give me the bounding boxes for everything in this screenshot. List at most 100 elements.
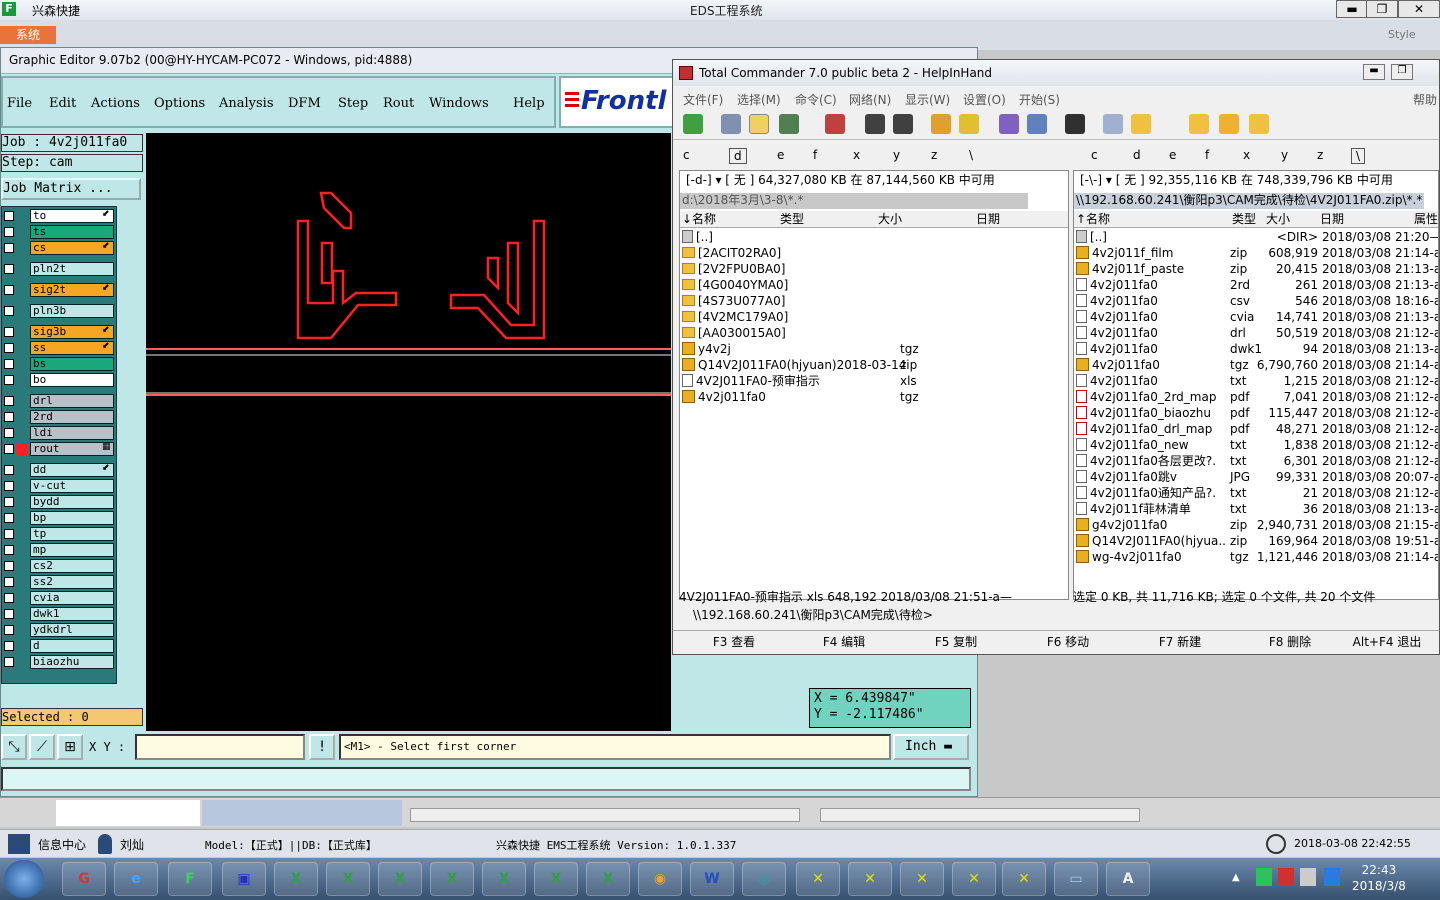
menu-edit[interactable]: Edit	[49, 96, 76, 111]
list-item[interactable]: 4v2j011fa0通知产品?. txt 21 2018/03/08 21:12-a—	[1076, 485, 1438, 501]
list-item[interactable]: 4v2j011fa0各层更改?. txt 6,301 2018/03/08 21:12…	[1076, 453, 1438, 469]
list-item[interactable]: 4v2j011fa0 tgz	[682, 389, 1066, 405]
excel-icon[interactable]: X	[586, 862, 630, 896]
list-item[interactable]: [4S73U077A0]	[682, 293, 1066, 309]
drive-f[interactable]: f	[1205, 148, 1209, 162]
list-item[interactable]: 4v2j011f_film zip 608,919 2018/03/08 21:14-…	[1076, 245, 1438, 261]
alert-icon[interactable]: !	[309, 734, 335, 760]
back-icon[interactable]	[865, 114, 885, 134]
layer-name[interactable]: drl	[30, 394, 114, 408]
list-item[interactable]: 4v2j011fa0 cvia 14,741 2018/03/08 21:13-a—	[1076, 309, 1438, 325]
zoom-diagonal-icon[interactable]: ⤡	[1, 734, 27, 760]
minimize-button[interactable]: ▬	[1336, 0, 1368, 18]
layer-checkbox[interactable]	[4, 465, 14, 475]
list-item[interactable]: 4v2j011fa0 csv 546 2018/03/08 18:16-a—	[1076, 293, 1438, 309]
layer-row[interactable]: sig3b ⬋	[2, 325, 116, 340]
layer-row[interactable]: ydkdrl	[2, 623, 116, 638]
taskbar-app-icon[interactable]: G	[62, 862, 106, 896]
window-icon[interactable]: ✕	[848, 862, 892, 896]
f3-view-button[interactable]: F3 查看	[679, 631, 789, 653]
list-item[interactable]: 4v2j011f菲林清单 txt 36 2018/03/08 21:13-a—	[1076, 501, 1438, 517]
layer-checkbox[interactable]	[4, 444, 14, 454]
col-date[interactable]: 日期	[1320, 211, 1344, 227]
snap-grid-icon[interactable]: ⊞	[57, 734, 83, 760]
drive-network[interactable]: \	[969, 148, 973, 162]
system-tab[interactable]: 系统	[0, 26, 56, 44]
drive-e[interactable]: e	[777, 148, 784, 162]
tc-menu-select[interactable]: 选择(M)	[737, 91, 781, 108]
layer-checkbox[interactable]	[4, 593, 14, 603]
xy-input[interactable]	[135, 734, 305, 760]
layer-name[interactable]: d	[30, 639, 114, 653]
layer-row[interactable]: pln3b	[2, 304, 116, 319]
layer-row[interactable]: 2rd	[2, 410, 116, 425]
layer-name[interactable]: ldi	[30, 426, 114, 440]
tc-menu-network[interactable]: 网络(N)	[849, 91, 891, 108]
menu-dfm[interactable]: DFM	[288, 96, 321, 111]
tc-menu-command[interactable]: 命令(C)	[795, 91, 837, 108]
shell-icon[interactable]: ◉	[638, 862, 682, 896]
drive-y[interactable]: y	[893, 148, 900, 162]
menu-rout[interactable]: Rout	[383, 96, 414, 111]
list-item[interactable]: Q14V2J011FA0(hjyua.. zip 169,964 2018/03/08…	[1076, 533, 1438, 549]
drive-x[interactable]: x	[1243, 148, 1250, 162]
list-item[interactable]: 4V2J011FA0-预审指示 xls	[682, 373, 1066, 389]
layer-checkbox[interactable]	[4, 285, 14, 295]
layer-row[interactable]: ss2	[2, 575, 116, 590]
list-item[interactable]: 4v2j011fa0 tgz 6,790,760 2018/03/08 21:14-a…	[1076, 357, 1438, 373]
tc-menu-help[interactable]: 帮助	[1413, 91, 1437, 108]
layer-name[interactable]: ydkdrl	[30, 623, 114, 637]
tray-icon[interactable]	[1256, 868, 1272, 886]
layer-name[interactable]: pln2t	[30, 262, 114, 276]
layer-row[interactable]: sig2t ⬋	[2, 283, 116, 298]
col-date[interactable]: 日期	[976, 211, 1000, 227]
detail-view-icon[interactable]	[749, 114, 769, 134]
excel-icon[interactable]: X	[326, 862, 370, 896]
layer-name[interactable]: bo	[30, 373, 114, 387]
col-type[interactable]: 类型	[1232, 211, 1256, 227]
layer-checkbox[interactable]	[4, 327, 14, 337]
tray-expand-icon[interactable]: ▲	[1232, 872, 1240, 883]
close-button[interactable]: ✕	[1398, 0, 1440, 18]
col-size[interactable]: 大小	[878, 211, 902, 227]
horizontal-scrollbar[interactable]	[410, 808, 800, 822]
list-item[interactable]: 4v2j011f_paste zip 20,415 2018/03/08 21:13-…	[1076, 261, 1438, 277]
layer-checkbox[interactable]	[4, 577, 14, 587]
layer-row[interactable]: d	[2, 639, 116, 654]
layer-row[interactable]: ldi	[2, 426, 116, 441]
layer-row[interactable]: mp	[2, 543, 116, 558]
window-icon[interactable]: ✕	[900, 862, 944, 896]
brief-view-icon[interactable]	[721, 114, 741, 134]
list-item[interactable]: [2V2FPU0BA0]	[682, 261, 1066, 277]
menu-file[interactable]: File	[7, 96, 32, 111]
f5-copy-button[interactable]: F5 复制	[901, 631, 1011, 653]
layer-name[interactable]: biaozhu	[30, 655, 114, 669]
layer-checkbox[interactable]	[4, 657, 14, 667]
layer-row[interactable]: ss ⬋	[2, 341, 116, 356]
drive-e[interactable]: e	[1169, 148, 1176, 162]
window-icon[interactable]: ✕	[952, 862, 996, 896]
list-item[interactable]: [..] <DIR> 2018/03/08 21:20—	[1076, 229, 1438, 245]
menu-step[interactable]: Step	[338, 96, 368, 111]
maximize-button[interactable]: ❐	[1366, 0, 1398, 18]
layer-name[interactable]: bydd	[30, 495, 114, 509]
layer-checkbox[interactable]	[4, 545, 14, 555]
excel-icon[interactable]: X	[482, 862, 526, 896]
find-icon[interactable]	[1065, 114, 1085, 134]
layer-checkbox[interactable]	[4, 375, 14, 385]
forward-icon[interactable]	[893, 114, 913, 134]
pack-icon[interactable]	[931, 114, 951, 134]
list-item[interactable]: g4v2j011fa0 zip 2,940,731 2018/03/08 21:15-…	[1076, 517, 1438, 533]
f4-edit-button[interactable]: F4 编辑	[789, 631, 899, 653]
drive-y[interactable]: y	[1281, 148, 1288, 162]
layer-name[interactable]: bs	[30, 357, 114, 371]
list-item[interactable]: 4v2j011fa0 txt 1,215 2018/03/08 21:12-a—	[1076, 373, 1438, 389]
list-item[interactable]: y4v2j tgz	[682, 341, 1066, 357]
col-attr[interactable]: 属性	[1414, 211, 1438, 227]
layer-checkbox[interactable]	[4, 412, 14, 422]
f7-new-button[interactable]: F7 新建	[1125, 631, 1235, 653]
layer-row[interactable]: drl	[2, 394, 116, 409]
eye-icon[interactable]: ◎	[742, 862, 786, 896]
drive-c[interactable]: c	[1091, 148, 1098, 162]
ftp-icon[interactable]	[999, 114, 1019, 134]
